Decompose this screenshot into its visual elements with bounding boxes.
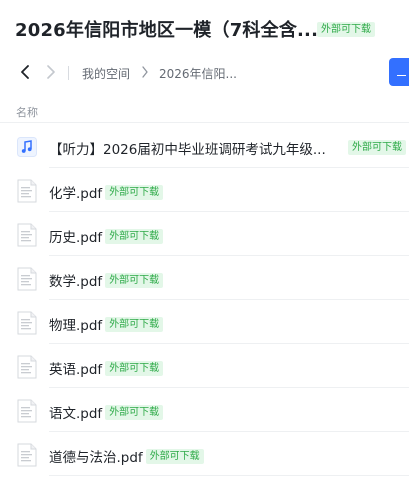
external-download-badge: 外部可下载: [105, 316, 164, 332]
external-download-badge: 外部可下载: [145, 448, 204, 464]
file-list: 【听力】2026届初中毕业班调研考试九年级... 外部可下载 化学.pdf 外部可…: [0, 124, 409, 476]
list-item[interactable]: 道德与法治.pdf 外部可下载: [0, 432, 409, 476]
external-download-badge: 外部可下载: [105, 272, 164, 288]
file-name-with-badge: 物理.pdf 外部可下载: [49, 314, 164, 334]
breadcrumb-my-space[interactable]: 我的空间: [82, 65, 130, 82]
file-name-with-badge: 语文.pdf 外部可下载: [49, 402, 164, 422]
pdf-file-icon: [17, 311, 37, 335]
back-button[interactable]: [14, 60, 36, 84]
external-download-badge: 外部可下载: [105, 184, 164, 200]
file-name: 历史.pdf: [49, 230, 103, 246]
pdf-file-icon: [17, 399, 37, 423]
chevron-right-icon: [142, 66, 148, 78]
chevron-right-icon: [47, 65, 55, 79]
file-name: 数学.pdf: [49, 274, 103, 290]
list-item[interactable]: 数学.pdf 外部可下载: [0, 256, 409, 300]
navigation-bar: 我的空间 2026年信阳...: [0, 58, 409, 90]
file-name-with-badge: 数学.pdf 外部可下载: [49, 270, 164, 290]
file-name: 道德与法治.pdf: [49, 450, 143, 466]
list-item[interactable]: 化学.pdf 外部可下载: [0, 168, 409, 212]
file-name: 语文.pdf: [49, 406, 103, 422]
audio-file-icon: [17, 137, 37, 157]
list-item[interactable]: 英语.pdf 外部可下载: [0, 344, 409, 388]
external-download-badge: 外部可下载: [317, 22, 375, 37]
pdf-file-icon: [17, 223, 37, 247]
external-download-badge: 外部可下载: [348, 140, 406, 155]
list-item[interactable]: 历史.pdf 外部可下载: [0, 212, 409, 256]
file-name-with-badge: 化学.pdf 外部可下载: [49, 182, 164, 202]
forward-button[interactable]: [40, 60, 62, 84]
chevron-left-icon: [21, 65, 29, 79]
file-name-with-badge: 道德与法治.pdf 外部可下载: [49, 446, 204, 466]
upload-button[interactable]: [389, 58, 409, 86]
list-item[interactable]: 【听力】2026届初中毕业班调研考试九年级... 外部可下载: [0, 124, 409, 168]
pdf-file-icon: [17, 355, 37, 379]
external-download-badge: 外部可下载: [105, 404, 164, 420]
header: 2026年信阳市地区一模（7科全含... 外部可下载: [0, 0, 409, 58]
breadcrumb-current-folder[interactable]: 2026年信阳...: [159, 65, 237, 82]
file-name: 【听力】2026届初中毕业班调研考试九年级...: [49, 142, 326, 158]
divider: [49, 475, 409, 476]
file-name: 物理.pdf: [49, 318, 103, 334]
file-name: 英语.pdf: [49, 362, 103, 378]
list-item[interactable]: 语文.pdf 外部可下载: [0, 388, 409, 432]
divider: [0, 122, 409, 123]
file-name-with-badge: 英语.pdf 外部可下载: [49, 358, 164, 378]
pdf-file-icon: [17, 267, 37, 291]
external-download-badge: 外部可下载: [105, 360, 164, 376]
list-item[interactable]: 物理.pdf 外部可下载: [0, 300, 409, 344]
upload-icon: [397, 74, 406, 76]
column-header-name[interactable]: 名称: [16, 104, 38, 120]
page-title: 2026年信阳市地区一模（7科全含...: [15, 20, 319, 41]
divider: [68, 66, 69, 80]
pdf-file-icon: [17, 443, 37, 467]
file-name-with-badge: 历史.pdf 外部可下载: [49, 226, 164, 246]
pdf-file-icon: [17, 179, 37, 203]
file-name: 化学.pdf: [49, 186, 103, 202]
external-download-badge: 外部可下载: [105, 228, 164, 244]
